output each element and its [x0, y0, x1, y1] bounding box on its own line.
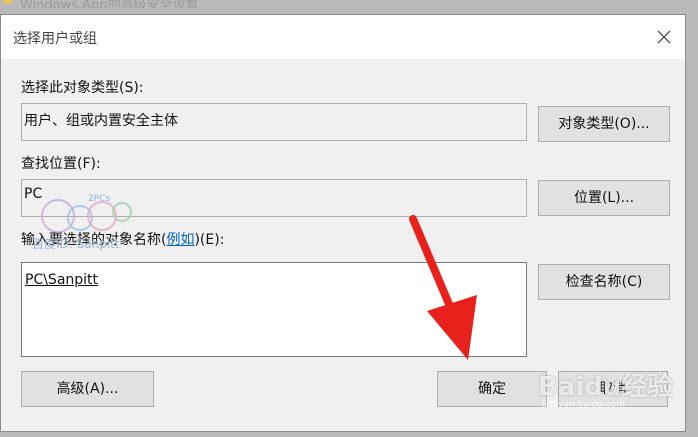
object-type-label: 选择此对象类型(S):: [21, 80, 144, 96]
parent-window-title: Windows.App的高级安全设置: [0, 0, 698, 8]
folder-icon: [3, 0, 12, 4]
baidu-watermark-url: jingyan.baidu.com: [542, 400, 626, 410]
dialog-titlebar: 选择用户或组: [1, 15, 685, 59]
object-names-label-suffix: )(E):: [194, 232, 225, 248]
watermark-text: 百度ID: Sanpitt: [32, 237, 120, 251]
locations-button[interactable]: 位置(L)...: [538, 180, 670, 216]
check-names-button[interactable]: 检查名称(C): [538, 264, 670, 300]
red-arrow-annotation: [409, 215, 477, 360]
ok-button[interactable]: 确定: [437, 371, 547, 407]
location-label: 查找位置(F):: [21, 156, 101, 172]
user-watermark: 2PCs 百度ID: Sanpitt: [30, 190, 150, 252]
baidu-jingyan-watermark: Baidu经验 jingyan.baidu.com: [538, 366, 688, 420]
examples-link[interactable]: 例如: [166, 232, 194, 248]
advanced-button[interactable]: 高级(A)...: [21, 371, 154, 407]
object-type-field: 用户、组或内置安全主体: [21, 103, 527, 141]
close-icon: [657, 30, 671, 44]
close-button[interactable]: [649, 23, 679, 51]
watermark-logo-text: 2PCs: [88, 194, 111, 204]
watermark-logo-icon: [41, 199, 132, 233]
parent-window-title-text: Windows.App的高级安全设置: [20, 0, 199, 8]
dialog-title: 选择用户或组: [13, 31, 97, 47]
baidu-watermark-text: Baidu经验: [538, 372, 674, 402]
object-types-button[interactable]: 对象类型(O)...: [538, 106, 670, 142]
